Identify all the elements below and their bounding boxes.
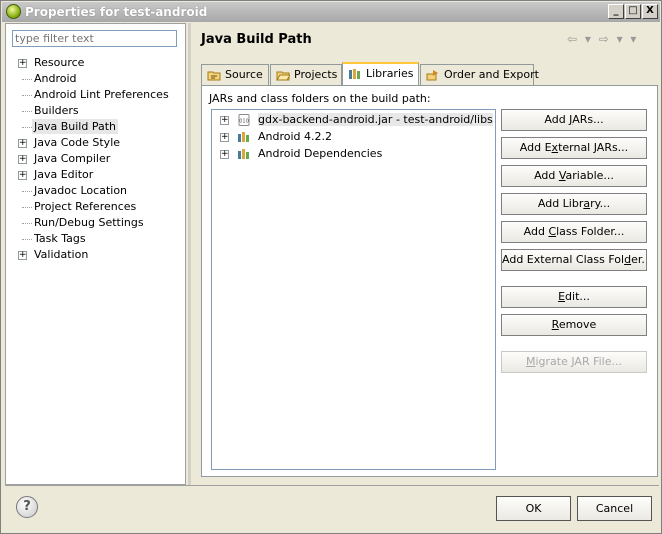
expand-toggle[interactable]: + [220, 132, 229, 142]
tree-connector [22, 207, 32, 209]
tree-item-java-code-style[interactable]: Java Code Style [34, 135, 120, 150]
add-external-class-folder-button[interactable]: Add External Class Folder... [501, 249, 647, 271]
tree-item-javadoc-location[interactable]: Javadoc Location [34, 183, 127, 198]
edit-button[interactable]: Edit... [501, 286, 647, 308]
cancel-button[interactable]: Cancel [577, 496, 652, 521]
order-export-icon [426, 70, 438, 81]
add-variable-button[interactable]: Add Variable... [501, 165, 647, 187]
add-external-jars-button[interactable]: Add External JARs... [501, 137, 647, 159]
panel-splitter[interactable] [188, 23, 191, 485]
expand-toggle-validation[interactable]: + [18, 251, 27, 260]
android-app-icon [6, 4, 21, 19]
close-button[interactable]: X [642, 4, 658, 19]
ok-button[interactable]: OK [496, 496, 571, 521]
expand-toggle-resource[interactable]: + [18, 59, 27, 68]
tree-item-task-tags[interactable]: Task Tags [34, 231, 86, 246]
tree-connector [22, 223, 32, 225]
maximize-button[interactable]: □ [625, 4, 641, 19]
filter-input[interactable] [12, 30, 177, 47]
add-jars-button[interactable]: Add JARs... [501, 109, 647, 131]
list-item-label: Android 4.2.2 [258, 130, 333, 143]
source-folder-icon [207, 71, 221, 81]
expand-toggle-java-compiler[interactable]: + [18, 155, 27, 164]
tree-item-java-build-path[interactable]: Java Build Path [32, 119, 119, 134]
tree-item-android[interactable]: Android [34, 71, 77, 86]
add-library-button[interactable]: Add Library... [501, 193, 647, 215]
tree-connector [22, 79, 32, 81]
history-nav-arrows[interactable]: ⇦ ▾ ⇨ ▾ ▾ [567, 32, 638, 46]
page-title: Java Build Path [201, 32, 312, 47]
tab-libraries[interactable]: Libraries [342, 62, 419, 86]
tab-label: Projects [294, 68, 338, 81]
tree-item-run-debug-settings[interactable]: Run/Debug Settings [34, 215, 144, 230]
jar-icon: 010 [238, 114, 249, 126]
tab-label: Order and Export [444, 68, 539, 81]
tree-connector [22, 111, 32, 113]
list-item[interactable]: + 010 gdx-backend-android.jar - test-and… [220, 112, 493, 128]
tree-connector [22, 191, 32, 193]
tree-connector [22, 239, 32, 241]
tab-order-and-export[interactable]: Order and Export [420, 64, 539, 85]
expand-toggle-java-editor[interactable]: + [18, 171, 27, 180]
footer-divider [5, 485, 659, 486]
tab-projects[interactable]: Projects [270, 64, 342, 85]
minimize-button[interactable]: _ [608, 4, 624, 19]
migrate-jar-file-button[interactable]: Migrate JAR File... [501, 351, 647, 373]
list-item-label: gdx-backend-android.jar - test-android/l… [258, 113, 493, 126]
expand-toggle[interactable]: + [220, 149, 229, 159]
tree-item-resource[interactable]: Resource [34, 55, 84, 70]
tab-label: Libraries [366, 67, 414, 80]
list-item-label: Android Dependencies [258, 147, 383, 160]
add-class-folder-button[interactable]: Add Class Folder... [501, 221, 647, 243]
list-item[interactable]: + Android 4.2.2 [220, 129, 332, 145]
tab-label: Source [225, 68, 263, 81]
build-path-caption: JARs and class folders on the build path… [209, 92, 431, 105]
title-bar[interactable]: Properties for test-android _ □ X [2, 2, 660, 22]
tab-source[interactable]: Source [201, 64, 269, 85]
library-icon [237, 132, 249, 142]
tree-connector [22, 127, 32, 129]
category-panel: + Resource Android Android Lint Preferen… [5, 23, 186, 485]
tree-connector [22, 95, 32, 97]
library-icon [237, 149, 249, 159]
tree-item-validation[interactable]: Validation [34, 247, 88, 262]
build-path-list[interactable]: + 010 gdx-backend-android.jar - test-and… [211, 109, 496, 470]
tree-item-java-compiler[interactable]: Java Compiler [34, 151, 110, 166]
libraries-icon [349, 69, 360, 79]
tree-item-builders[interactable]: Builders [34, 103, 79, 118]
tree-item-android-lint[interactable]: Android Lint Preferences [34, 87, 169, 102]
svg-text:010: 010 [239, 119, 249, 125]
properties-dialog: Properties for test-android _ □ X + Reso… [0, 0, 662, 534]
tree-item-project-references[interactable]: Project References [34, 199, 136, 214]
expand-toggle-java-code-style[interactable]: + [18, 139, 27, 148]
help-button[interactable]: ? [16, 496, 38, 518]
remove-button[interactable]: Remove [501, 314, 647, 336]
tree-item-java-editor[interactable]: Java Editor [34, 167, 93, 182]
list-item[interactable]: + Android Dependencies [220, 146, 382, 162]
projects-folder-icon [276, 71, 290, 81]
window-title: Properties for test-android [25, 5, 208, 19]
expand-toggle[interactable]: + [220, 115, 229, 125]
